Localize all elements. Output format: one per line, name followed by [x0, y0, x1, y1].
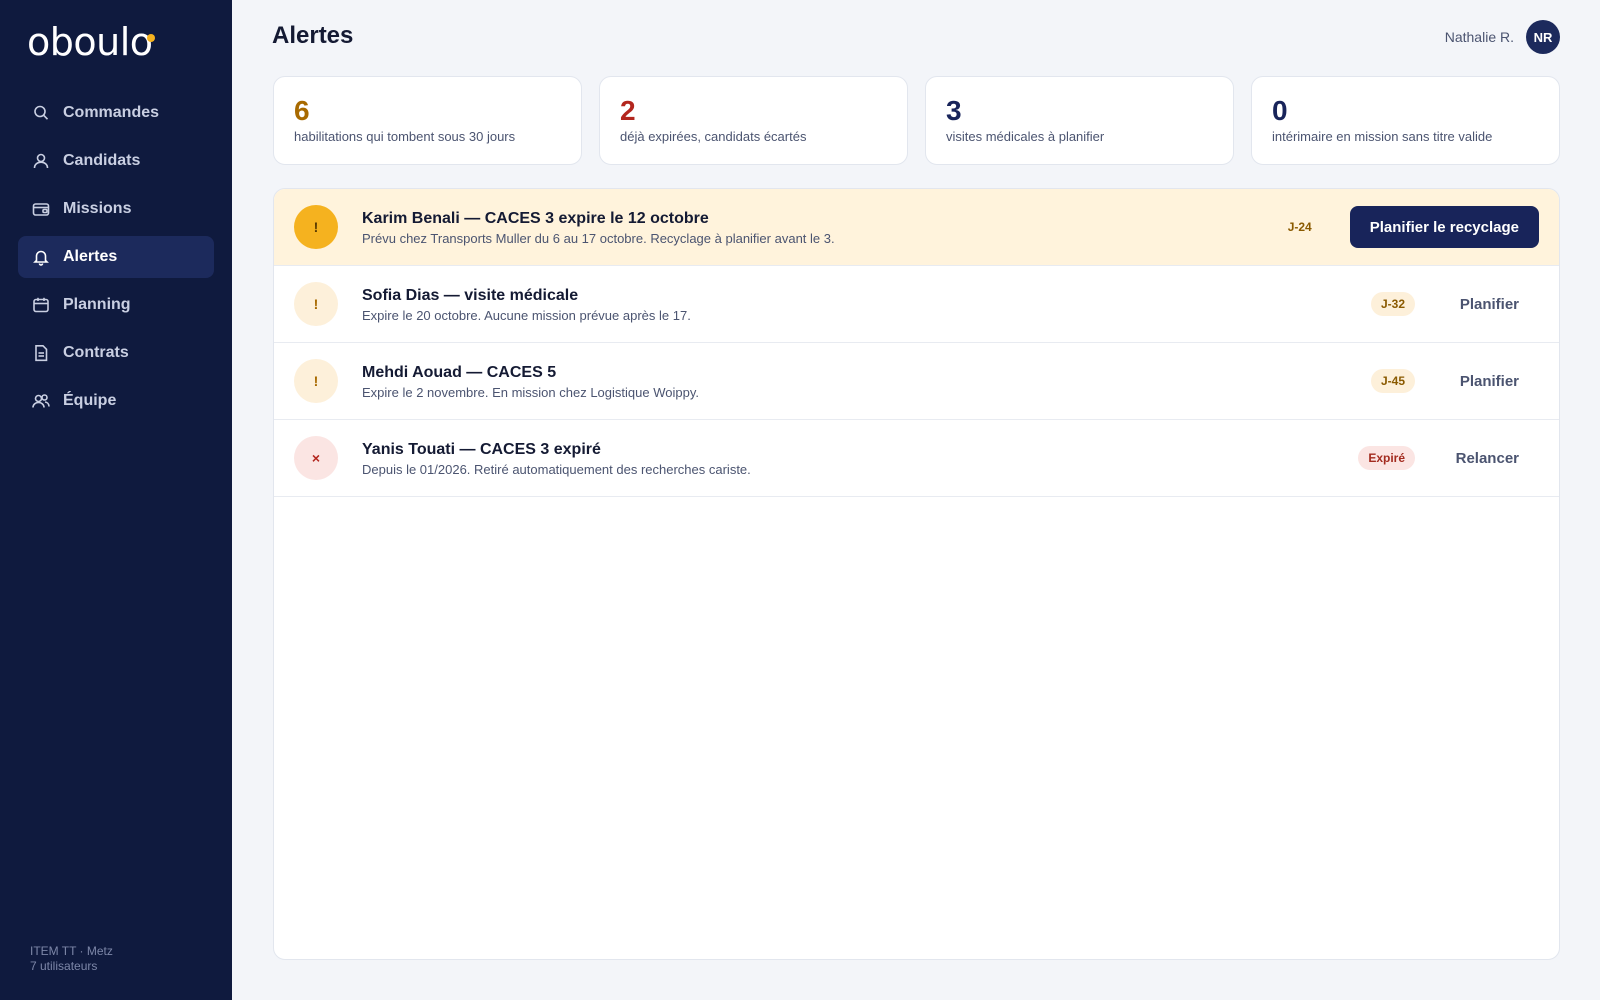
sidebar: oboulo Commandes Candidats Missions Aler…	[0, 0, 232, 1000]
users-icon	[32, 392, 50, 410]
alert-description: Prévu chez Transports Muller du 6 au 17 …	[362, 230, 835, 246]
stat-card-expired: 2 déjà expirées, candidats écartés	[599, 76, 908, 165]
user-icon	[32, 152, 50, 170]
stat-label: déjà expirées, candidats écartés	[620, 129, 807, 144]
avatar[interactable]: NR	[1526, 20, 1560, 54]
stat-value: 3	[946, 95, 962, 126]
sidebar-item-label: Planning	[63, 296, 131, 313]
sidebar-item-candidats[interactable]: Candidats	[18, 140, 214, 182]
alert-row: × Yanis Touati — CACES 3 expiré Depuis l…	[274, 420, 1559, 497]
warning-icon: !	[294, 359, 338, 403]
countdown-badge: J-45	[1370, 369, 1415, 393]
alert-title: Yanis Touati — CACES 3 expiré	[362, 440, 601, 458]
sidebar-item-alertes[interactable]: Alertes	[18, 236, 214, 278]
bell-icon	[32, 248, 50, 266]
search-person-icon	[32, 104, 50, 122]
sidebar-item-label: Commandes	[63, 104, 160, 121]
plan-recycling-button[interactable]: Planifier le recyclage	[1349, 206, 1539, 248]
user-menu[interactable]: Nathalie R. NR	[1445, 20, 1560, 54]
alert-description: Expire le 2 novembre. En mission chez Lo…	[362, 384, 699, 400]
alert-title: Sofia Dias — visite médicale	[362, 286, 579, 304]
user-name: Nathalie R.	[1444, 29, 1514, 45]
brand-dot	[146, 34, 155, 42]
alert-text: Yanis Touati — CACES 3 expiré Depuis le …	[362, 440, 1358, 477]
brand-logo[interactable]: oboulo	[27, 20, 155, 64]
alert-text: Karim Benali — CACES 3 expire le 12 octo…	[362, 209, 1278, 246]
sidebar-item-contrats[interactable]: Contrats	[18, 332, 214, 374]
alert-text: Sofia Dias — visite médicale Expire le 2…	[362, 286, 1371, 323]
document-icon	[32, 344, 50, 362]
countdown-badge: J-24	[1287, 220, 1312, 234]
plan-button[interactable]: Planifier	[1443, 296, 1539, 313]
brand-name: oboulo	[27, 20, 153, 64]
alert-title: Karim Benali — CACES 3 expire le 12 octo…	[362, 209, 709, 227]
wallet-icon	[32, 200, 50, 218]
stat-card-expiring: 6 habilitations qui tombent sous 30 jour…	[273, 76, 582, 165]
stat-label: habilitations qui tombent sous 30 jours	[294, 129, 516, 144]
stat-card-invalid: 0 intérimaire en mission sans titre vali…	[1251, 76, 1560, 165]
warning-icon: !	[294, 282, 338, 326]
sidebar-item-equipe[interactable]: Équipe	[18, 380, 214, 422]
sidebar-item-missions[interactable]: Missions	[18, 188, 214, 230]
warning-icon: !	[294, 205, 338, 249]
sidebar-item-label: Équipe	[63, 392, 117, 409]
page-title: Alertes	[272, 22, 354, 49]
sidebar-item-commandes[interactable]: Commandes	[18, 92, 214, 134]
alert-description: Depuis le 01/2026. Retiré automatiquemen…	[362, 461, 751, 477]
stat-value: 6	[294, 95, 310, 126]
alert-description: Expire le 20 octobre. Aucune mission pré…	[362, 307, 691, 323]
stats-row: 6 habilitations qui tombent sous 30 jour…	[273, 76, 1560, 165]
sidebar-item-label: Candidats	[63, 152, 141, 169]
alert-text: Mehdi Aouad — CACES 5 Expire le 2 novemb…	[362, 363, 1371, 400]
close-icon: ×	[294, 436, 338, 480]
user-count: 7 utilisateurs	[30, 959, 98, 973]
stat-value: 2	[620, 95, 636, 126]
stat-card-medical: 3 visites médicales à planifier	[925, 76, 1234, 165]
sidebar-nav: Commandes Candidats Missions Alertes Pla…	[18, 92, 214, 428]
expired-badge: Expiré	[1358, 446, 1415, 470]
alert-row: ! Sofia Dias — visite médicale Expire le…	[274, 266, 1559, 343]
stat-value: 0	[1272, 95, 1288, 126]
alert-title: Mehdi Aouad — CACES 5	[362, 363, 557, 381]
calendar-icon	[32, 296, 50, 314]
sidebar-item-planning[interactable]: Planning	[18, 284, 214, 326]
alert-row: ! Karim Benali — CACES 3 expire le 12 oc…	[274, 189, 1559, 266]
agency-name: ITEM TT · Metz	[30, 944, 113, 958]
plan-button[interactable]: Planifier	[1443, 373, 1539, 390]
sidebar-item-label: Missions	[63, 200, 132, 217]
alerts-list: ! Karim Benali — CACES 3 expire le 12 oc…	[273, 188, 1560, 960]
stat-label: intérimaire en mission sans titre valide	[1272, 129, 1493, 144]
sidebar-footer: ITEM TT · Metz 7 utilisateurs	[30, 944, 113, 974]
alert-row: ! Mehdi Aouad — CACES 5 Expire le 2 nove…	[274, 343, 1559, 420]
countdown-badge: J-32	[1370, 292, 1415, 316]
relaunch-button[interactable]: Relancer	[1443, 450, 1539, 467]
stat-label: visites médicales à planifier	[946, 129, 1105, 144]
sidebar-item-label: Alertes	[63, 248, 118, 265]
sidebar-item-label: Contrats	[63, 344, 129, 361]
